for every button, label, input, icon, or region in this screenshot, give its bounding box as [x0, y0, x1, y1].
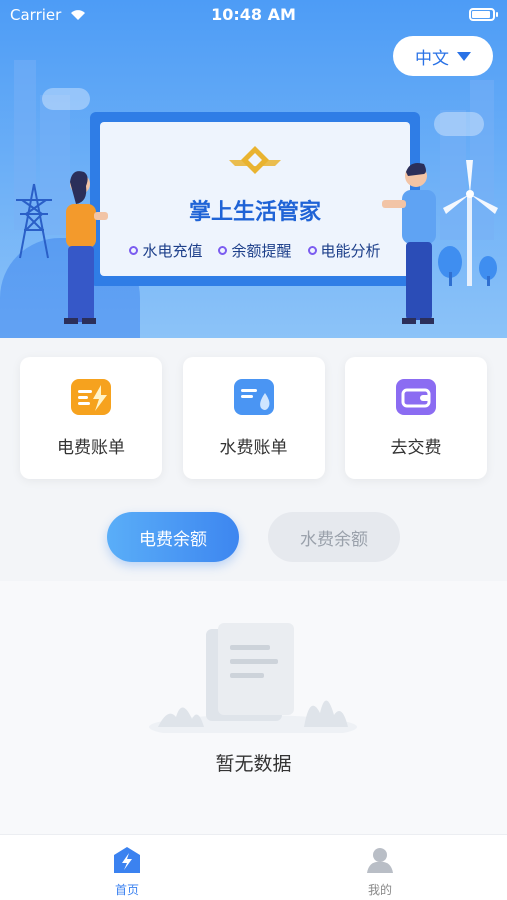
tab-home-label: 首页 [114, 883, 139, 897]
woman-illustration [64, 171, 108, 324]
feature-label: 水电充值 [142, 242, 203, 260]
bottom-tabbar: 首页 我的 [0, 834, 507, 900]
feature-item: 电能分析 [307, 240, 381, 261]
electric-bill-icon [71, 379, 111, 415]
card-label: 电费账单 [57, 438, 125, 458]
user-icon [367, 848, 393, 873]
empty-state-text: 暂无数据 [215, 753, 292, 775]
status-bar: Carrier 10:48 AM [0, 0, 507, 30]
water-bill-icon [233, 379, 274, 415]
banner-title: 掌上生活管家 [188, 200, 321, 225]
feature-label: 余额提醒 [231, 242, 292, 260]
tab-home[interactable]: 首页 [77, 845, 177, 898]
cloud-decoration [434, 112, 484, 136]
status-time: 10:48 AM [211, 5, 296, 24]
bullet-icon [307, 246, 317, 255]
home-bolt-icon [114, 847, 140, 873]
balance-content: 暂无数据 [0, 581, 507, 834]
cloud-decoration [42, 88, 90, 110]
bullet-icon [218, 246, 228, 255]
tab-electric-balance[interactable]: 电费余额 [107, 512, 239, 562]
bullet-icon [129, 246, 139, 255]
empty-document-icon [149, 623, 357, 733]
language-label: 中文 [415, 48, 449, 69]
wallet-icon [396, 379, 436, 415]
caret-down-icon [457, 51, 471, 61]
feature-item: 余额提醒 [218, 240, 292, 261]
man-illustration [382, 163, 436, 324]
hero-banner: Carrier 10:48 AM 中文 掌上生活管家 水电充值 余额提醒 电能分… [0, 0, 507, 338]
feature-item: 水电充值 [129, 240, 202, 261]
pay-card[interactable]: 去交费 [345, 357, 487, 479]
power-tower-icon [16, 183, 52, 259]
language-selector[interactable]: 中文 [393, 36, 493, 76]
quick-actions: 电费账单 水费账单 去交费 [20, 357, 487, 479]
tab-water-balance[interactable]: 水费余额 [268, 512, 400, 562]
feature-label: 电能分析 [320, 242, 381, 260]
battery-icon [469, 8, 498, 21]
card-label: 水费账单 [219, 438, 288, 458]
tab-mine[interactable]: 我的 [330, 845, 430, 898]
water-bill-card[interactable]: 水费账单 [182, 357, 325, 479]
tab-mine-label: 我的 [367, 883, 392, 897]
balance-tabs: 电费余额 水费余额 [0, 512, 507, 564]
card-label: 去交费 [390, 438, 442, 458]
banner-board-panel: 掌上生活管家 水电充值 余额提醒 电能分析 [100, 122, 410, 276]
banner-features: 水电充值 余额提醒 电能分析 [100, 240, 410, 261]
tree-decoration [438, 246, 497, 286]
electric-bill-card[interactable]: 电费账单 [20, 357, 162, 479]
banner-board: 掌上生活管家 水电充值 余额提醒 电能分析 [90, 112, 420, 286]
brand-logo [229, 146, 281, 174]
